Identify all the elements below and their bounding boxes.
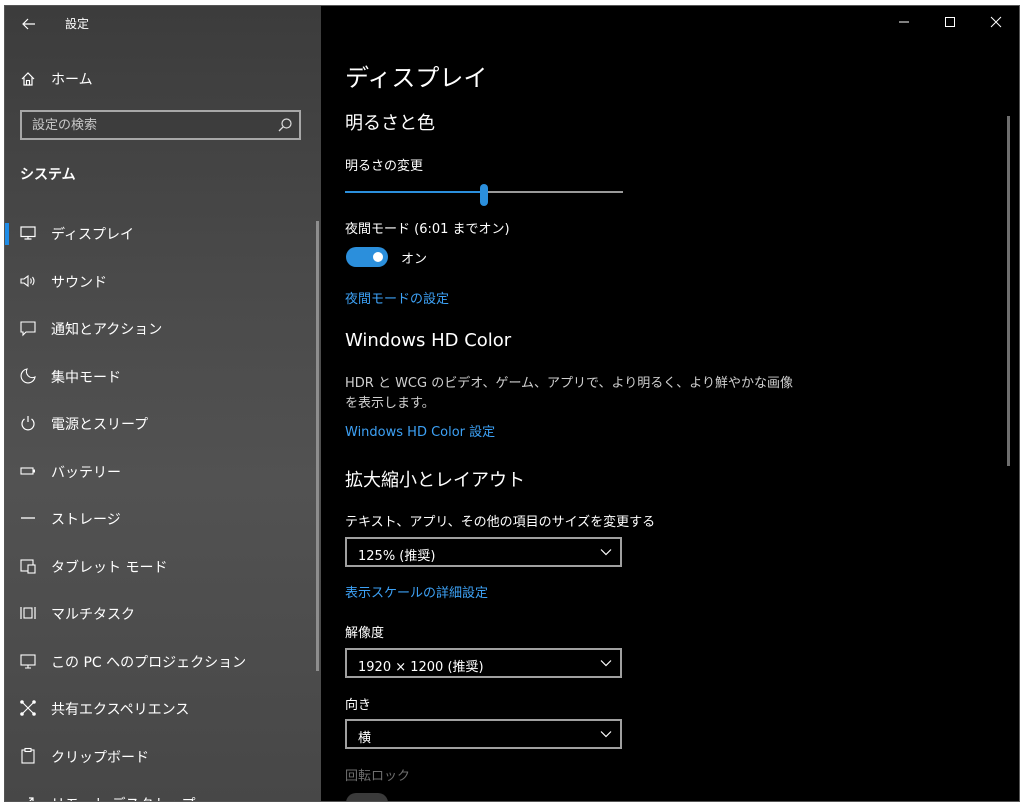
monitor-icon	[20, 226, 36, 240]
sidebar-item-tablet-mode[interactable]: タブレット モード	[5, 544, 321, 592]
sidebar-item-shared-experiences[interactable]: 共有エクスペリエンス	[5, 686, 321, 734]
notification-icon	[20, 321, 36, 337]
toggle-knob	[373, 252, 383, 262]
app-title: 設定	[65, 17, 90, 31]
brightness-label: 明るさの変更	[345, 159, 424, 174]
speaker-icon	[20, 274, 35, 287]
sidebar-item-battery[interactable]: バッテリー	[5, 449, 321, 497]
multitask-icon	[20, 607, 36, 619]
orientation-value: 横	[358, 731, 372, 746]
minimize-icon	[899, 21, 909, 23]
night-light-settings-link[interactable]: 夜間モードの設定	[345, 288, 449, 307]
scale-heading: 拡大縮小とレイアウト	[345, 470, 525, 491]
hd-color-heading: Windows HD Color	[345, 330, 512, 351]
section-title-system: システム	[20, 167, 76, 183]
remote-icon	[29, 797, 34, 801]
clipboard-icon	[21, 747, 35, 764]
sidebar-item-label: マルチタスク	[51, 607, 135, 623]
sidebar-item-sound[interactable]: サウンド	[5, 259, 321, 307]
brightness-heading: 明るさと色	[345, 113, 435, 134]
sidebar-item-label: 電源とスリープ	[51, 417, 149, 433]
sidebar-scrollbar[interactable]	[316, 221, 319, 671]
scale-label: テキスト、アプリ、その他の項目のサイズを変更する	[345, 515, 656, 530]
sidebar-item-label: ストレージ	[51, 512, 121, 528]
storage-icon	[21, 517, 35, 519]
sidebar-item-label: リモート デスクトップ	[51, 794, 195, 801]
sidebar-item-label: バッテリー	[51, 464, 121, 481]
minimize-button[interactable]	[881, 6, 927, 38]
settings-window: 設定 ホーム システム ディスプレイ	[4, 5, 1020, 802]
maximize-icon	[945, 17, 955, 27]
rotation-lock-label: 回転ロック	[345, 769, 411, 784]
chevron-down-icon	[600, 549, 612, 556]
sidebar: 設定 ホーム システム ディスプレイ	[5, 6, 321, 801]
resolution-value: 1920 × 1200 (推奨)	[358, 660, 484, 675]
home-icon	[21, 72, 35, 86]
sidebar-nav: ディスプレイ サウンド 通知とアクション 集中モード 電源とスリープ バッテリー…	[5, 211, 321, 801]
scale-dropdown[interactable]: 125% (推奨)	[345, 537, 622, 567]
back-arrow-icon	[22, 18, 35, 30]
sidebar-item-notifications[interactable]: 通知とアクション	[5, 306, 321, 354]
title-bar: 設定	[5, 6, 321, 40]
sidebar-item-multitasking[interactable]: マルチタスク	[5, 591, 321, 639]
rotation-lock-toggle[interactable]	[346, 793, 388, 801]
home-label: ホーム	[51, 72, 93, 88]
slider-thumb[interactable]	[480, 184, 488, 206]
close-icon	[990, 16, 1002, 28]
sidebar-item-remote-desktop[interactable]: リモート デスクトップ	[5, 781, 321, 801]
selection-indicator	[5, 223, 9, 245]
search-input[interactable]	[22, 111, 277, 139]
battery-icon	[20, 466, 35, 475]
advanced-scaling-link[interactable]: 表示スケールの詳細設定	[345, 582, 488, 601]
sidebar-item-projection[interactable]: この PC へのプロジェクション	[5, 639, 321, 687]
main-content: ディスプレイ 明るさと色 明るさの変更 夜間モード (6:01 までオン) オン…	[321, 6, 1019, 801]
window-controls	[881, 6, 1019, 38]
brightness-slider[interactable]	[345, 184, 623, 206]
sidebar-item-power-sleep[interactable]: 電源とスリープ	[5, 401, 321, 449]
chevron-down-icon	[600, 660, 612, 667]
sidebar-item-home[interactable]: ホーム	[5, 64, 321, 94]
sidebar-item-display[interactable]: ディスプレイ	[5, 211, 321, 259]
sidebar-item-storage[interactable]: ストレージ	[5, 496, 321, 544]
orientation-dropdown[interactable]: 横	[345, 719, 622, 749]
moon-icon	[20, 367, 36, 383]
page-title: ディスプレイ	[345, 64, 488, 92]
share-icon	[20, 700, 36, 716]
resolution-dropdown[interactable]: 1920 × 1200 (推奨)	[345, 648, 622, 678]
sidebar-item-label: クリップボード	[51, 749, 149, 766]
close-button[interactable]	[973, 6, 1019, 38]
slider-fill	[345, 191, 484, 193]
maximize-button[interactable]	[927, 6, 973, 38]
sidebar-item-label: 集中モード	[51, 369, 121, 386]
search-icon[interactable]	[277, 117, 293, 133]
sidebar-item-clipboard[interactable]: クリップボード	[5, 734, 321, 782]
search-box[interactable]	[20, 110, 301, 140]
resolution-label: 解像度	[345, 626, 385, 641]
night-light-toggle[interactable]	[346, 247, 388, 267]
power-icon	[21, 416, 35, 431]
sidebar-item-focus-assist[interactable]: 集中モード	[5, 354, 321, 402]
orientation-label: 向き	[345, 698, 372, 713]
tablet-icon	[20, 558, 36, 574]
sidebar-item-label: 共有エクスペリエンス	[51, 702, 190, 718]
sidebar-item-label: 通知とアクション	[51, 322, 163, 338]
main-scrollbar[interactable]	[1007, 116, 1010, 466]
scale-value: 125% (推奨)	[358, 549, 436, 564]
back-button[interactable]	[15, 10, 43, 38]
chevron-down-icon	[600, 731, 612, 738]
sidebar-item-label: この PC へのプロジェクション	[51, 654, 247, 671]
projection-icon	[20, 653, 36, 669]
sidebar-item-label: タブレット モード	[51, 559, 168, 576]
hd-color-description: HDR と WCG のビデオ、ゲーム、アプリで、より明るく、より鮮やかな画像を表…	[345, 376, 794, 411]
sidebar-item-label: ディスプレイ	[51, 227, 135, 243]
night-light-label: 夜間モード (6:01 までオン)	[345, 222, 510, 237]
hd-color-settings-link[interactable]: Windows HD Color 設定	[345, 421, 495, 440]
night-light-state: オン	[401, 252, 428, 267]
sidebar-item-label: サウンド	[51, 274, 107, 291]
